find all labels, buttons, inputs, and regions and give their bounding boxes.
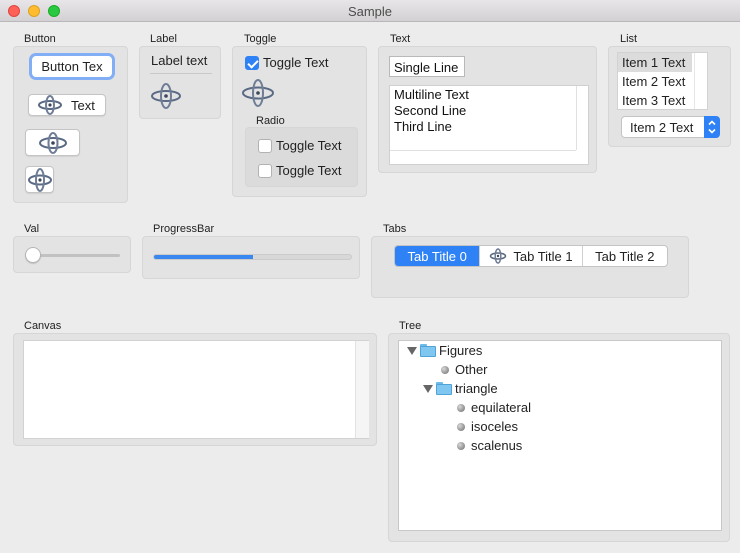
- textarea-scrollbar-edge: [390, 150, 576, 151]
- tab-bar: Tab Title 0 Tab Title 1 Tab Title 2: [394, 245, 668, 267]
- canvas-area[interactable]: [23, 340, 369, 439]
- tree-node-other[interactable]: Other: [455, 362, 488, 377]
- tab-title-2[interactable]: Tab Title 2: [583, 246, 667, 266]
- gyroscope-icon: [38, 131, 68, 154]
- label-text: Label text: [151, 53, 208, 68]
- tab-title-1[interactable]: Tab Title 1: [480, 246, 583, 266]
- toggle-label: Toggle Text: [263, 55, 329, 70]
- text-button[interactable]: Button Tex: [32, 56, 112, 77]
- radio-group-label: Radio: [256, 115, 285, 127]
- label-group: Label text: [139, 46, 221, 119]
- progress-fill: [154, 255, 253, 259]
- multiline-textarea[interactable]: Multiline Text Second Line Third Line: [389, 85, 589, 165]
- gyroscope-icon: [489, 248, 507, 264]
- text-group-label: Text: [390, 33, 411, 45]
- textarea-scrollbar-edge: [576, 86, 577, 150]
- tree-node-triangle[interactable]: triangle: [455, 381, 498, 396]
- radio-group: Toggle Text Toggle Text: [245, 127, 358, 187]
- list-item-3[interactable]: Item 3 Text: [618, 91, 692, 110]
- tree-group-label: Tree: [399, 320, 422, 332]
- gyroscope-toggle-icon[interactable]: [241, 78, 275, 108]
- list-group-label: List: [620, 33, 638, 45]
- canvas-group: [13, 333, 377, 446]
- folder-icon: [436, 382, 452, 395]
- list-item-2[interactable]: Item 2 Text: [618, 72, 692, 91]
- gyroscope-icon: [27, 167, 53, 192]
- disclosure-triangle-icon[interactable]: [423, 385, 433, 393]
- gyroscope-icon: [37, 95, 63, 115]
- gyroscope-icon: [150, 83, 182, 109]
- icon-button[interactable]: [25, 129, 80, 156]
- window-title: Sample: [347, 4, 393, 19]
- button-group: Button Tex Text: [13, 46, 128, 203]
- text-group: Single Line Multiline Text Second Line T…: [378, 46, 597, 173]
- tree-group: Figures Other triangle equilateral isoce…: [388, 333, 730, 542]
- leaf-bullet-icon: [457, 423, 465, 431]
- small-icon-button[interactable]: [25, 166, 54, 193]
- multiline-line-2: Second Line: [394, 103, 467, 118]
- tree-view[interactable]: Figures Other triangle equilateral isoce…: [398, 340, 722, 531]
- leaf-bullet-icon: [457, 442, 465, 450]
- tabs-group: Tab Title 0 Tab Title 1 Tab Title 2: [371, 236, 689, 298]
- multiline-line-1: Multiline Text: [394, 87, 469, 102]
- radio-option-2-label: Toggle Text: [276, 163, 342, 178]
- list-item-1[interactable]: Item 1 Text: [618, 53, 692, 72]
- leaf-bullet-icon: [457, 404, 465, 412]
- toggle-group-label: Toggle: [244, 33, 277, 45]
- button-group-label: Button: [24, 33, 56, 45]
- progress-bar: [153, 254, 352, 260]
- list-popup-value: Item 2 Text: [630, 120, 694, 135]
- radio-option-2[interactable]: [258, 164, 272, 178]
- tab-title-1-label: Tab Title 1: [513, 248, 573, 264]
- icon-text-button-label: Text: [71, 97, 95, 113]
- radio-option-1-label: Toggle Text: [276, 138, 342, 153]
- tree-node-equilateral[interactable]: equilateral: [471, 400, 531, 415]
- canvas-vertical-scrollbar[interactable]: [355, 341, 369, 438]
- popup-stepper-icon[interactable]: [704, 116, 720, 138]
- multiline-line-3: Third Line: [394, 119, 452, 134]
- disclosure-triangle-icon[interactable]: [407, 347, 417, 355]
- title-bar[interactable]: Sample: [0, 0, 740, 22]
- app-window: Sample Button Button Tex Text Label Labe…: [0, 0, 740, 553]
- progressbar-group-label: ProgressBar: [153, 223, 215, 235]
- radio-option-1[interactable]: [258, 139, 272, 153]
- tree-node-figures[interactable]: Figures: [439, 343, 482, 358]
- list-popup[interactable]: Item 2 Text: [621, 116, 720, 138]
- folder-icon: [420, 344, 436, 357]
- icon-text-button[interactable]: Text: [28, 94, 106, 116]
- tree-node-scalenus[interactable]: scalenus: [471, 438, 522, 453]
- separator: [150, 73, 212, 74]
- tabs-group-label: Tabs: [383, 223, 407, 235]
- single-line-input[interactable]: Single Line: [389, 56, 465, 77]
- progressbar-group: [142, 236, 360, 279]
- list-box[interactable]: Item 1 Text Item 2 Text Item 3 Text: [617, 52, 708, 110]
- val-group: [13, 236, 131, 273]
- tab-title-0[interactable]: Tab Title 0: [395, 246, 481, 266]
- list-group: Item 1 Text Item 2 Text Item 3 Text Item…: [608, 46, 731, 147]
- label-group-label: Label: [150, 33, 177, 45]
- leaf-bullet-icon: [441, 366, 449, 374]
- val-group-label: Val: [24, 223, 40, 235]
- list-scrollbar-edge: [694, 53, 695, 109]
- slider-knob[interactable]: [25, 247, 41, 263]
- toggle-checkbox[interactable]: [245, 56, 259, 70]
- tree-node-isoceles[interactable]: isoceles: [471, 419, 518, 434]
- canvas-group-label: Canvas: [24, 320, 62, 332]
- toggle-group: Toggle Text Radio Toggle Text Toggle Tex…: [232, 46, 367, 197]
